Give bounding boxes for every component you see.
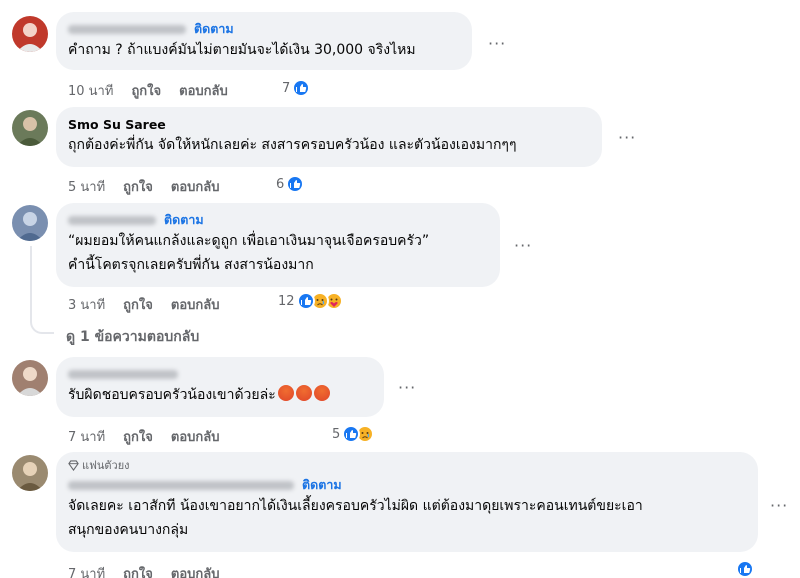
- follow-link[interactable]: ติดตาม: [302, 475, 342, 495]
- comment-text-line-1: จัดเลยคะ เอาสักที น้องเขาอยากได้เงินเลี้…: [68, 498, 643, 514]
- reaction-count: 12: [278, 293, 295, 309]
- user-avatar-icon: [17, 367, 43, 396]
- author-name-redacted[interactable]: [68, 480, 294, 490]
- reply-button[interactable]: ตอบกลับ: [171, 294, 220, 315]
- comment-actions: 5 นาที ถูกใจ ตอบกลับ: [68, 176, 219, 197]
- more-options-button[interactable]: ···: [514, 236, 532, 255]
- author-row: ติดตาม: [68, 20, 460, 38]
- like-button[interactable]: ถูกใจ: [131, 80, 161, 101]
- thread-connector: [30, 246, 54, 334]
- timestamp[interactable]: 7 นาที: [68, 426, 105, 447]
- reaction-summary[interactable]: 5: [332, 425, 375, 443]
- like-reaction-icon: [296, 292, 315, 310]
- like-button[interactable]: ถูกใจ: [123, 294, 153, 315]
- reply-button[interactable]: ตอบกลับ: [179, 80, 228, 101]
- comment-actions: 10 นาที ถูกใจ ตอบกลับ: [68, 80, 228, 101]
- reaction-count: 6: [276, 176, 285, 192]
- avatar[interactable]: [12, 360, 48, 396]
- comment-actions: 7 นาที ถูกใจ ตอบกลับ: [68, 426, 219, 447]
- reaction-count: 7: [282, 80, 291, 96]
- comment-bubble: รับผิดชอบครอบครัวน้องเขาด้วยล่ะ: [56, 357, 384, 417]
- author-row: ติดตาม: [68, 211, 488, 229]
- comment-text-line-2: สนุกของคนบางกลุ่ม: [68, 522, 189, 538]
- author-name-redacted[interactable]: [68, 215, 156, 225]
- comment-text: รับผิดชอบครอบครัวน้องเขาด้วยล่ะ: [68, 383, 372, 407]
- author-row: [68, 365, 372, 383]
- avatar[interactable]: [12, 16, 48, 52]
- like-reaction-icon: [736, 560, 754, 578]
- comment-text-body: รับผิดชอบครอบครัวน้องเขาด้วยล่ะ: [68, 387, 276, 403]
- angry-emoji-icon: [277, 385, 294, 401]
- timestamp[interactable]: 7 นาที: [68, 563, 105, 578]
- more-options-button[interactable]: ···: [618, 128, 636, 147]
- reaction-summary[interactable]: 12: [278, 292, 343, 310]
- comment-text: ถุกต้องค่ะพี่กัน จัดให้หนักเลยค่ะ สงสารค…: [68, 137, 517, 153]
- comment-actions: 3 นาที ถูกใจ ตอบกลับ: [68, 294, 219, 315]
- user-avatar-icon: [17, 462, 43, 491]
- reaction-count: 5: [332, 426, 341, 442]
- view-replies-link[interactable]: ดู 1 ข้อความตอบกลับ: [66, 326, 199, 348]
- reply-button[interactable]: ตอบกลับ: [171, 426, 220, 447]
- avatar[interactable]: [12, 205, 48, 241]
- comment-text-line-2: คำนี้โคตรจุกเลยครับพี่กัน สงสารน้องมาก: [68, 257, 314, 273]
- comment-text: คำถาม ? ถ้าแบงค์มันไม่ตายมันจะได้เงิน 30…: [68, 42, 416, 58]
- reaction-summary[interactable]: 7: [282, 79, 311, 97]
- like-button[interactable]: ถูกใจ: [123, 563, 153, 578]
- reply-button[interactable]: ตอบกลับ: [171, 176, 220, 197]
- like-button[interactable]: ถูกใจ: [123, 426, 153, 447]
- angry-emoji-icon: [295, 385, 312, 401]
- timestamp[interactable]: 3 นาที: [68, 294, 105, 315]
- avatar[interactable]: [12, 455, 48, 491]
- like-reaction-icon: [342, 425, 361, 443]
- comment-bubble: แฟนตัวยง ติดตาม จัดเลยคะ เอาสักที น้องเข…: [56, 452, 758, 552]
- comment-bubble: ติดตาม “ผมยอมให้คนแกล้งและดูถูก เพื่อเอา…: [56, 203, 500, 287]
- comment-bubble: Smo Su Saree ถุกต้องค่ะพี่กัน จัดให้หนัก…: [56, 107, 602, 167]
- author-row: ติดตาม: [68, 476, 746, 494]
- more-options-button[interactable]: ···: [398, 378, 416, 397]
- comment-actions: 7 นาที ถูกใจ ตอบกลับ: [68, 563, 219, 578]
- reaction-summary[interactable]: [736, 560, 754, 578]
- comment-bubble: ติดตาม คำถาม ? ถ้าแบงค์มันไม่ตายมันจะได้…: [56, 12, 472, 70]
- diamond-icon: [68, 459, 79, 471]
- author-name-redacted[interactable]: [68, 369, 178, 379]
- badge-label: แฟนตัวยง: [82, 459, 130, 472]
- more-options-button[interactable]: ···: [488, 34, 506, 53]
- like-reaction-icon: [286, 175, 305, 193]
- author-name[interactable]: Smo Su Saree: [68, 117, 166, 132]
- reply-button[interactable]: ตอบกลับ: [171, 563, 220, 578]
- user-avatar-icon: [17, 212, 43, 241]
- reaction-summary[interactable]: 6: [276, 175, 305, 193]
- timestamp[interactable]: 10 นาที: [68, 80, 113, 101]
- user-avatar-icon: [17, 117, 43, 146]
- follow-link[interactable]: ติดตาม: [194, 19, 234, 39]
- timestamp[interactable]: 5 นาที: [68, 176, 105, 197]
- like-button[interactable]: ถูกใจ: [123, 176, 153, 197]
- avatar[interactable]: [12, 110, 48, 146]
- author-name-redacted[interactable]: [68, 24, 186, 34]
- more-options-button[interactable]: ···: [770, 496, 788, 515]
- top-fan-badge[interactable]: แฟนตัวยง: [68, 458, 746, 472]
- user-avatar-icon: [17, 23, 43, 52]
- like-reaction-icon: [292, 79, 311, 97]
- angry-emoji-icon: [313, 385, 330, 401]
- follow-link[interactable]: ติดตาม: [164, 210, 204, 230]
- author-row: Smo Su Saree: [68, 115, 590, 133]
- comment-text-line-1: “ผมยอมให้คนแกล้งและดูถูก เพื่อเอาเงินมาจ…: [68, 233, 430, 249]
